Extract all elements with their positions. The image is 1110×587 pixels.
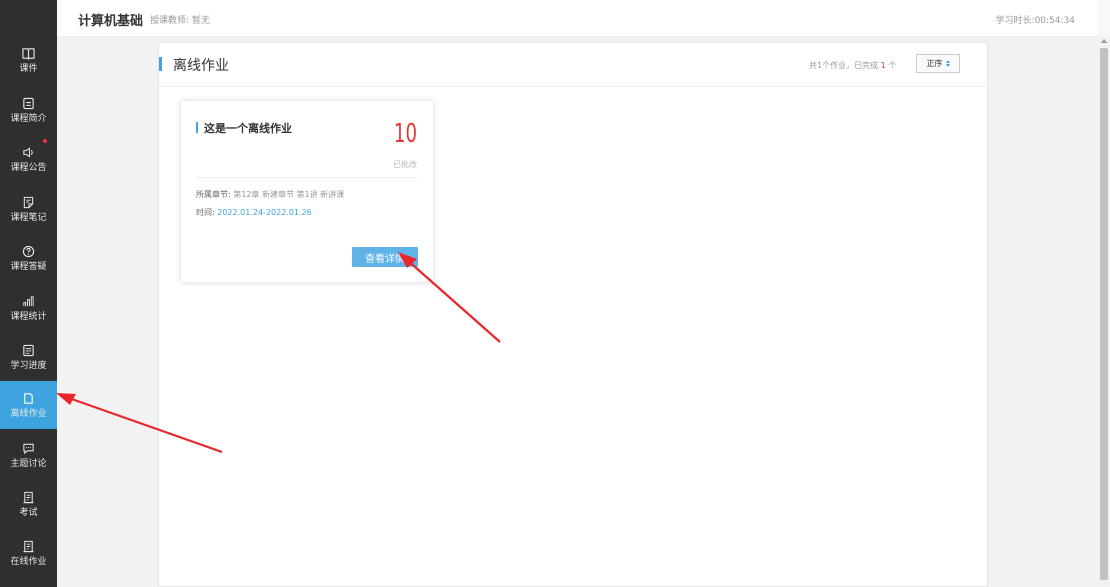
sidebar-item-statistics[interactable]: 课程统计 bbox=[0, 284, 57, 332]
sort-label: 正序 bbox=[926, 59, 943, 68]
sidebar-item-label: 课程公告 bbox=[10, 163, 47, 173]
title-accent-bar bbox=[159, 57, 162, 71]
card-accent-bar bbox=[196, 122, 198, 133]
sidebar-item-intro[interactable]: 课程简介 bbox=[0, 86, 57, 134]
sidebar-item-label: 学习进度 bbox=[10, 361, 47, 371]
assignment-card: 这是一个离线作业 10 已批改 所属章节: 第12章 新建章节 第1讲 新讲课 … bbox=[181, 101, 433, 282]
assignment-chapter: 所属章节: 第12章 新建章节 第1讲 新讲课 bbox=[196, 189, 344, 200]
sidebar-item-label: 考试 bbox=[19, 508, 38, 518]
exam-icon bbox=[22, 490, 36, 504]
sidebar-item-label: 课程笔记 bbox=[10, 213, 47, 223]
note-icon bbox=[22, 195, 36, 209]
speaker-icon bbox=[22, 145, 36, 159]
sidebar-item-exam[interactable]: 考试 bbox=[0, 480, 57, 528]
time-value: 2022.01.24-2022.01.26 bbox=[217, 208, 312, 217]
sidebar-item-offline-homework[interactable]: 离线作业 bbox=[0, 381, 57, 429]
completed-count: 1 bbox=[880, 61, 886, 70]
sidebar-item-notes[interactable]: 课程笔记 bbox=[0, 185, 57, 233]
sort-arrows-icon bbox=[945, 60, 950, 67]
notification-dot bbox=[43, 139, 47, 143]
sort-order-select[interactable]: 正序 bbox=[916, 54, 960, 73]
sidebar-item-discussion[interactable]: 主题讨论 bbox=[0, 431, 57, 479]
file-icon bbox=[22, 391, 36, 405]
scrollbar-thumb[interactable] bbox=[1100, 48, 1108, 580]
sidebar-item-progress[interactable]: 学习进度 bbox=[0, 333, 57, 381]
sidebar-item-qa[interactable]: 课程答疑 bbox=[0, 234, 57, 282]
study-time: 学习时长:00:54:34 bbox=[995, 16, 1075, 26]
assignment-score: 10 bbox=[393, 119, 417, 149]
question-icon bbox=[22, 244, 36, 258]
sidebar-item-courseware[interactable]: 课件 bbox=[0, 36, 57, 84]
chapter-value: 第12章 新建章节 第1讲 新讲课 bbox=[233, 190, 345, 199]
bar-chart-icon bbox=[22, 294, 36, 308]
top-bar: 计算机基础 授课教师: 暂无 学习时长:00:54:34 bbox=[57, 0, 1098, 37]
course-title: 计算机基础 bbox=[78, 14, 144, 29]
sidebar-item-label: 在线作业 bbox=[10, 557, 47, 567]
progress-icon bbox=[22, 343, 36, 357]
sidebar-item-label: 课程统计 bbox=[10, 312, 47, 322]
teacher-info: 授课教师: 暂无 bbox=[150, 16, 210, 26]
assignment-title: 这是一个离线作业 bbox=[204, 122, 292, 135]
exam-icon bbox=[22, 539, 36, 553]
panel-header: 离线作业 共1个作业，已完成 1 个 正序 bbox=[159, 43, 989, 87]
chapter-label: 所属章节: bbox=[196, 190, 231, 199]
sidebar-item-label: 课程简介 bbox=[10, 114, 47, 124]
sidebar: 课件 课程简介 课程公告 课程笔记 课程答疑 课程统计 学习进度 离线作业 主题… bbox=[0, 0, 57, 587]
page-title: 离线作业 bbox=[173, 58, 229, 74]
sidebar-item-label: 课程答疑 bbox=[10, 262, 47, 272]
time-label: 时间: bbox=[196, 208, 215, 217]
scroll-up-arrow-icon[interactable] bbox=[1101, 39, 1107, 43]
book-icon bbox=[22, 46, 36, 60]
sidebar-item-online-homework[interactable]: 在线作业 bbox=[0, 529, 57, 577]
chat-icon bbox=[22, 441, 36, 455]
sidebar-item-label: 课件 bbox=[19, 64, 38, 74]
sidebar-item-label: 主题讨论 bbox=[10, 459, 47, 469]
summary-prefix: 共1个作业，已完成 bbox=[809, 61, 879, 70]
sidebar-item-label: 离线作业 bbox=[10, 409, 47, 419]
document-icon bbox=[22, 96, 36, 110]
card-divider bbox=[196, 177, 418, 178]
homework-summary: 共1个作业，已完成 1 个 bbox=[809, 60, 896, 71]
grading-status: 已批改 bbox=[393, 160, 417, 169]
summary-suffix: 个 bbox=[888, 61, 897, 70]
view-details-button[interactable]: 查看详情 bbox=[352, 247, 418, 267]
scrollbar-corner bbox=[1098, 0, 1110, 37]
assignment-time: 时间: 2022.01.24-2022.01.26 bbox=[196, 207, 312, 218]
sidebar-item-announcement[interactable]: 课程公告 bbox=[0, 135, 57, 183]
